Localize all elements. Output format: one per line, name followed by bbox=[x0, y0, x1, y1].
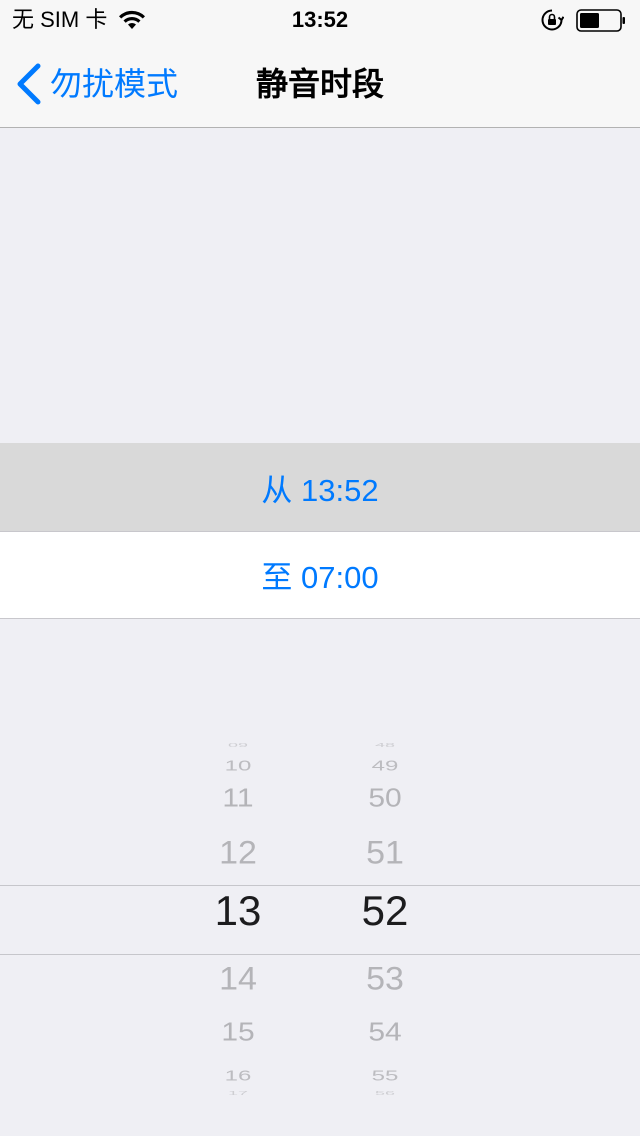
from-time-row[interactable]: 从 13:52 bbox=[0, 443, 640, 531]
minute-option[interactable]: 54 bbox=[335, 1020, 435, 1046]
minute-option[interactable]: 56 bbox=[335, 1090, 435, 1095]
hour-option[interactable]: 16 bbox=[188, 1068, 288, 1084]
from-time-label: 从 13:52 bbox=[261, 472, 379, 508]
hour-option[interactable]: 09 bbox=[188, 742, 288, 747]
picker-selection-bottom-line bbox=[0, 954, 640, 955]
navigation-bar: 勿扰模式 静音时段 bbox=[0, 40, 640, 128]
minute-column[interactable]: 48 49 50 51 52 53 54 55 56 bbox=[335, 730, 435, 1100]
hour-option[interactable]: 11 bbox=[188, 786, 288, 812]
hour-option[interactable]: 17 bbox=[188, 1090, 288, 1095]
time-picker[interactable]: 09 10 11 12 13 14 15 16 17 48 49 50 51 52 53 54 55 56 bbox=[0, 730, 640, 1100]
hour-option[interactable]: 10 bbox=[188, 758, 288, 774]
minute-option[interactable]: 55 bbox=[335, 1068, 435, 1084]
minute-option[interactable]: 53 bbox=[335, 963, 435, 996]
hour-option[interactable]: 14 bbox=[188, 963, 288, 996]
hour-option[interactable]: 15 bbox=[188, 1020, 288, 1046]
orientation-lock-icon bbox=[541, 9, 564, 31]
battery-icon bbox=[576, 9, 625, 32]
minute-option[interactable]: 51 bbox=[335, 837, 435, 870]
minute-option[interactable]: 52 bbox=[335, 890, 435, 932]
picker-selection-top-line bbox=[0, 885, 640, 886]
hour-column[interactable]: 09 10 11 12 13 14 15 16 17 bbox=[188, 730, 288, 1100]
hour-option[interactable]: 12 bbox=[188, 837, 288, 870]
minute-option[interactable]: 48 bbox=[335, 742, 435, 747]
hour-option[interactable]: 13 bbox=[188, 890, 288, 932]
page-title: 静音时段 bbox=[255, 66, 384, 102]
to-time-row[interactable]: 至 07:00 bbox=[0, 531, 640, 619]
status-bar: 无 SIM 卡 13:52 bbox=[0, 0, 640, 40]
minute-option[interactable]: 49 bbox=[335, 758, 435, 774]
to-time-label: 至 07:00 bbox=[261, 560, 379, 595]
minute-option[interactable]: 50 bbox=[335, 786, 435, 812]
